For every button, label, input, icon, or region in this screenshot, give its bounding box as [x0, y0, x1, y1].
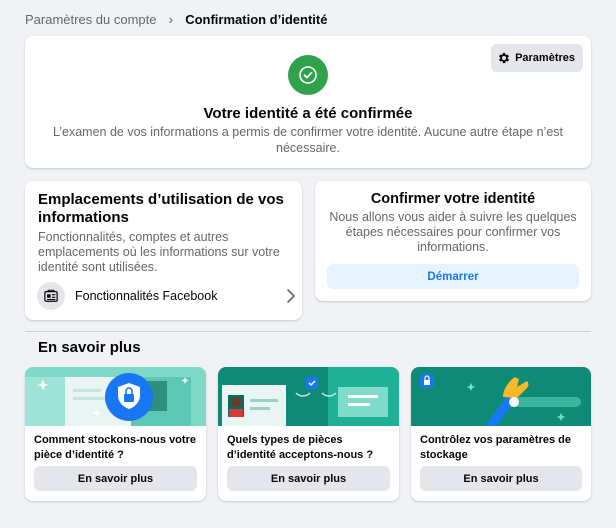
- info-usage-card: Emplacements d’utilisation de vos inform…: [25, 181, 302, 320]
- id-storage-illustration: [25, 367, 206, 426]
- learn-more-heading: En savoir plus: [38, 339, 141, 356]
- section-divider: [25, 331, 591, 332]
- learn-card-title: Quels types de pièces d’identité accepto…: [227, 434, 374, 461]
- settings-button-label: Paramètres: [515, 52, 575, 64]
- breadcrumb-parent-link[interactable]: Paramètres du compte: [25, 12, 157, 27]
- learn-card-storage-settings: Contrôlez vos paramètres de stockage En …: [411, 367, 591, 501]
- verify-identity-card: Confirmer votre identité Nous allons vou…: [315, 181, 591, 301]
- usage-title: Emplacements d’utilisation de vos inform…: [38, 191, 284, 226]
- learn-card-id-types: Quels types de pièces d’identité accepto…: [218, 367, 399, 501]
- learn-card-title: Comment stockons-nous votre pièce d’iden…: [34, 434, 196, 461]
- storage-settings-illustration: [411, 367, 591, 426]
- learn-card-id-storage: Comment stockons-nous votre pièce d’iden…: [25, 367, 206, 501]
- confirmation-title: Votre identité a été confirmée: [203, 105, 413, 122]
- learn-more-button[interactable]: En savoir plus: [420, 466, 582, 491]
- start-button[interactable]: Démarrer: [327, 264, 579, 289]
- learn-more-button[interactable]: En savoir plus: [227, 466, 390, 491]
- learn-card-title: Contrôlez vos paramètres de stockage: [420, 434, 571, 461]
- chevron-right-icon: [287, 289, 295, 303]
- learn-more-button[interactable]: En savoir plus: [34, 466, 197, 491]
- breadcrumb-separator: ›: [168, 11, 174, 27]
- settings-button[interactable]: Paramètres: [491, 44, 583, 72]
- facebook-features-link[interactable]: Fonctionnalités Facebook: [37, 281, 297, 311]
- checkmark-icon: [288, 55, 328, 95]
- confirmation-description: L’examen de vos informations a permis de…: [52, 125, 563, 155]
- facebook-features-label: Fonctionnalités Facebook: [75, 289, 218, 303]
- page-title: Confirmation d’identité: [185, 11, 328, 27]
- verify-description: Nous allons vous aider à suivre les quel…: [329, 210, 577, 254]
- breadcrumb: Paramètres du compte › Confirmation d’id…: [25, 11, 327, 27]
- verify-title: Confirmer votre identité: [370, 191, 536, 207]
- usage-description: Fonctionnalités, comptes et autres empla…: [38, 230, 280, 274]
- features-icon: [37, 282, 65, 310]
- gear-icon: [499, 52, 510, 64]
- identity-confirmed-card: Paramètres Votre identité a été confirmé…: [25, 36, 591, 168]
- id-types-illustration: [218, 367, 399, 426]
